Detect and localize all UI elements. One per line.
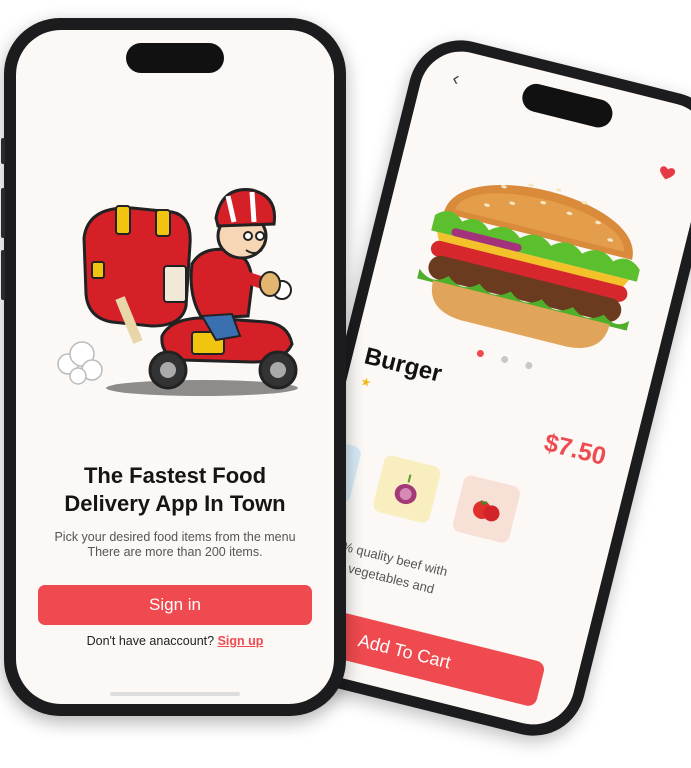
burger-image bbox=[417, 183, 640, 348]
phone-welcome: The Fastest Food Delivery App In Town Pi… bbox=[1, 18, 346, 716]
side-button bbox=[1, 138, 5, 164]
carousel-dot[interactable] bbox=[499, 355, 509, 364]
delivery-scooter-illustration bbox=[57, 188, 298, 396]
star-icon: ★ bbox=[358, 374, 373, 391]
sign-in-button[interactable]: Sign in bbox=[38, 585, 312, 625]
side-button bbox=[1, 250, 5, 300]
ingredient-list bbox=[292, 434, 522, 545]
welcome-subtext: Pick your desired food items from the me… bbox=[54, 530, 296, 559]
dynamic-island bbox=[126, 43, 224, 73]
sign-up-link[interactable]: Sign up bbox=[218, 634, 264, 648]
home-indicator[interactable] bbox=[110, 692, 240, 696]
dynamic-island bbox=[519, 80, 616, 131]
onion-icon bbox=[394, 474, 417, 505]
side-button bbox=[1, 188, 5, 238]
signup-row: Don't have anaccount? Sign up bbox=[16, 634, 334, 648]
chevron-left-icon[interactable]: ‹ bbox=[450, 67, 462, 91]
tomato-icon bbox=[473, 500, 500, 522]
carousel-dot[interactable] bbox=[475, 349, 485, 358]
ingredient-tile[interactable] bbox=[371, 454, 442, 525]
carousel-dot[interactable] bbox=[524, 361, 533, 370]
ingredient-tile[interactable] bbox=[451, 473, 522, 545]
welcome-screen: The Fastest Food Delivery App In Town Pi… bbox=[16, 30, 334, 704]
signup-prompt: Don't have anaccount? bbox=[86, 634, 215, 648]
food-price: $7.50 bbox=[541, 428, 609, 471]
food-title: Burger bbox=[361, 342, 445, 388]
welcome-headline: The Fastest Food Delivery App In Town bbox=[64, 463, 286, 516]
